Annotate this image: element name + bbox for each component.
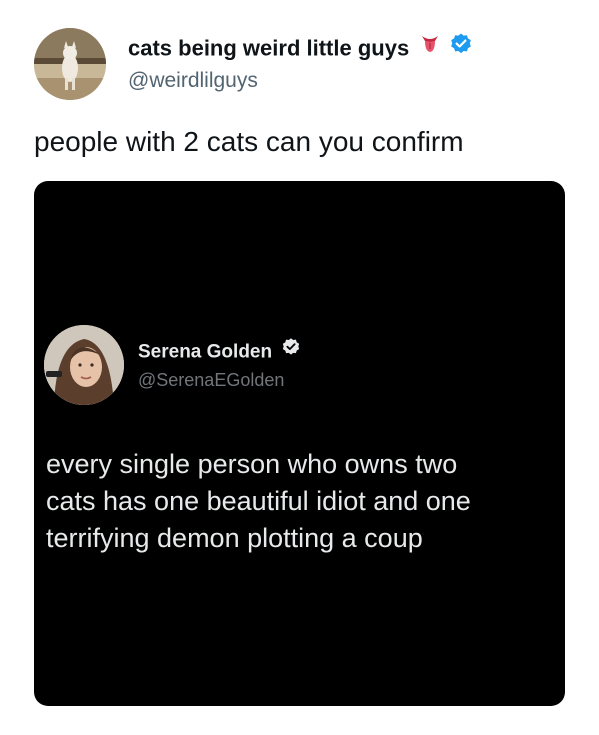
quoted-author-display-name-text: Serena Golden bbox=[138, 341, 273, 363]
author-avatar[interactable] bbox=[34, 28, 106, 100]
quoted-tweet-line: cats has one beautiful idiot and one bbox=[46, 486, 471, 516]
tweet-text: people with 2 cats can you confirm bbox=[34, 126, 464, 157]
quoted-tweet-line: every single person who owns two bbox=[46, 449, 458, 479]
quoted-author-handle: @SerenaEGolden bbox=[138, 370, 285, 390]
quoted-tweet-text: every single person who owns two cats ha… bbox=[46, 446, 561, 557]
cat-photo-avatar-image bbox=[34, 28, 106, 100]
tongue-emoji-icon bbox=[419, 33, 441, 62]
author-handle[interactable]: @weirdlilguys bbox=[128, 67, 258, 95]
author-display-name-text: cats being weird little guys bbox=[128, 35, 410, 61]
quoted-author-avatar bbox=[44, 325, 124, 405]
portrait-avatar-image bbox=[44, 325, 124, 405]
verified-badge-icon bbox=[449, 32, 473, 63]
embedded-tweet-image[interactable]: Serena Golden @SerenaEGolden every singl… bbox=[34, 181, 565, 706]
quoted-author-display-name: Serena Golden bbox=[138, 337, 301, 366]
verified-badge-icon bbox=[281, 337, 301, 364]
quoted-tweet-line: terrifying demon plotting a coup bbox=[46, 523, 423, 553]
author-display-name[interactable]: cats being weird little guys bbox=[128, 32, 473, 65]
